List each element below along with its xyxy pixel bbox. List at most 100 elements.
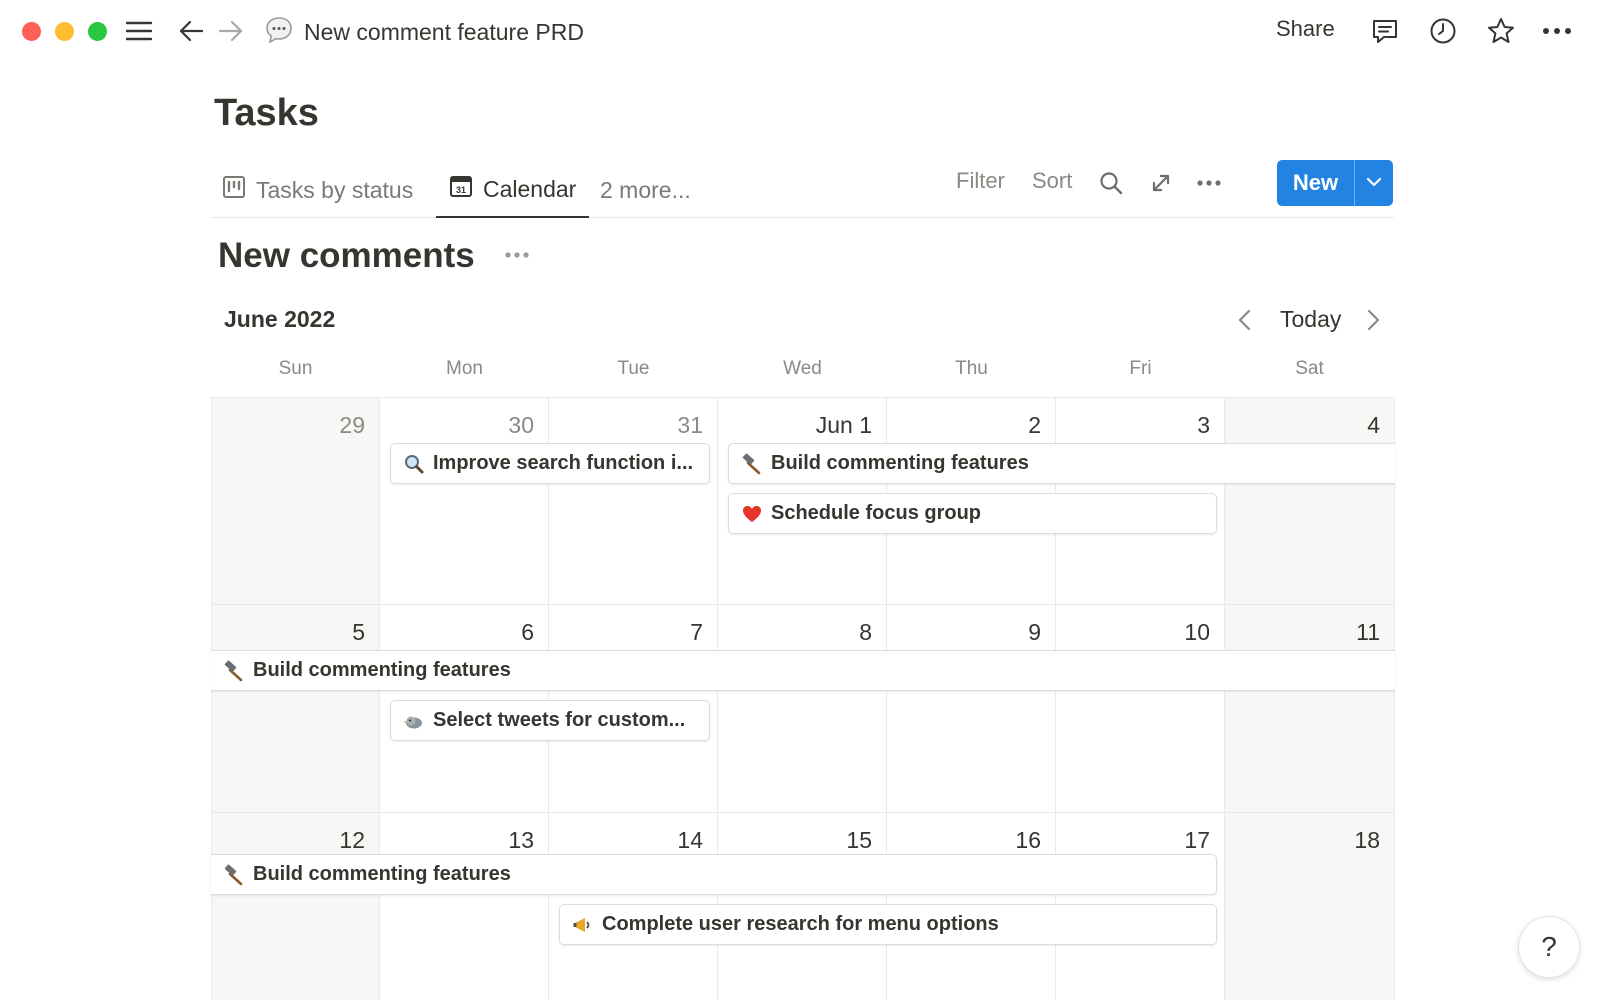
- new-button[interactable]: New: [1277, 160, 1354, 206]
- window-titlebar: New comment feature PRD Share: [0, 0, 1600, 64]
- weekday-fri: Fri: [1129, 358, 1152, 379]
- forward-arrow-icon[interactable]: [214, 14, 248, 48]
- calendar-day-cell[interactable]: 10: [1056, 605, 1225, 813]
- day-number: 10: [1184, 619, 1210, 645]
- bird-icon: [403, 710, 425, 732]
- event-card[interactable]: Select tweets for custom...: [390, 700, 710, 741]
- heart-icon: [741, 503, 763, 525]
- calendar-day-cell[interactable]: 11: [1225, 605, 1395, 813]
- day-number: 31: [677, 412, 703, 438]
- hammer-icon: [741, 453, 763, 475]
- previous-month-chevron-icon[interactable]: [1236, 300, 1254, 340]
- event-card[interactable]: Build commenting features: [211, 854, 1217, 895]
- tab-calendar[interactable]: 31 Calendar: [436, 162, 590, 218]
- calendar-day-cell[interactable]: 4: [1225, 398, 1395, 605]
- hammer-icon: [223, 660, 245, 682]
- calendar-day-cell[interactable]: 30: [380, 398, 549, 605]
- tab-more-views[interactable]: 2 more...: [600, 162, 691, 218]
- calendar-day-cell[interactable]: 8: [718, 605, 887, 813]
- view-title: New comments: [218, 236, 475, 275]
- expand-icon[interactable]: [1144, 166, 1178, 200]
- weekday-sat: Sat: [1295, 358, 1324, 379]
- month-label: June 2022: [224, 306, 336, 332]
- magnifying-glass-icon: [403, 453, 425, 475]
- event-card[interactable]: Improve search function i...: [390, 443, 710, 484]
- speech-bubble-icon: [264, 15, 294, 50]
- calendar-day-cell[interactable]: 12: [211, 813, 380, 1000]
- new-dropdown-button[interactable]: [1354, 160, 1393, 206]
- calendar-icon: 31: [449, 174, 473, 204]
- event-label: Improve search function i...: [433, 452, 694, 474]
- weekday-sun: Sun: [278, 358, 313, 379]
- day-number: 30: [508, 412, 534, 438]
- view-title-options-icon[interactable]: [504, 246, 530, 264]
- breadcrumb[interactable]: New comment feature PRD: [264, 14, 584, 50]
- view-options-icon[interactable]: [1192, 166, 1226, 200]
- share-button[interactable]: Share: [1276, 16, 1335, 42]
- today-button[interactable]: Today: [1280, 306, 1341, 333]
- chevron-down-icon: [1366, 174, 1382, 192]
- tab-tasks-by-status[interactable]: Tasks by status: [222, 162, 413, 218]
- sort-button[interactable]: Sort: [1032, 168, 1072, 194]
- history-clock-icon[interactable]: [1426, 14, 1460, 48]
- day-number: 5: [352, 619, 365, 645]
- event-card[interactable]: Complete user research for menu options: [559, 904, 1217, 945]
- event-label: Select tweets for custom...: [433, 709, 686, 731]
- megaphone-icon: [572, 914, 594, 936]
- event-label: Complete user research for menu options: [602, 913, 999, 935]
- day-number: 9: [1028, 619, 1041, 645]
- day-number: 29: [339, 412, 365, 438]
- day-number: 4: [1367, 412, 1380, 438]
- tab-label: Calendar: [483, 175, 577, 202]
- day-number: 7: [690, 619, 703, 645]
- page-title: Tasks: [214, 92, 319, 134]
- calendar-day-cell[interactable]: 29: [211, 398, 380, 605]
- view-tabs-bar: Tasks by status 31 Calendar 2 more... Fi…: [210, 158, 1394, 218]
- weekday-tue: Tue: [617, 358, 650, 379]
- breadcrumb-title: New comment feature PRD: [304, 18, 584, 45]
- calendar-day-cell[interactable]: 31: [549, 398, 718, 605]
- day-number: 14: [677, 827, 703, 853]
- calendar-day-cell[interactable]: 9: [887, 605, 1056, 813]
- search-icon[interactable]: [1094, 166, 1128, 200]
- new-button-group: New: [1277, 160, 1393, 206]
- day-number: 8: [859, 619, 872, 645]
- board-icon: [222, 175, 246, 205]
- next-month-chevron-icon[interactable]: [1364, 300, 1382, 340]
- calendar-day-cell[interactable]: 18: [1225, 813, 1395, 1000]
- event-card[interactable]: Build commenting features: [211, 650, 1395, 691]
- day-number: 18: [1354, 827, 1380, 853]
- window-minimize-button[interactable]: [55, 22, 74, 41]
- day-number: 11: [1356, 619, 1380, 645]
- event-label: Build commenting features: [253, 659, 511, 681]
- day-number: 2: [1028, 412, 1041, 438]
- day-number: 3: [1197, 412, 1210, 438]
- tab-label: Tasks by status: [256, 176, 414, 203]
- calendar-grid: 29 30 31 Jun 1 2 3 4 5 6 7 8 9 10 11 12 …: [211, 397, 1395, 1000]
- event-card[interactable]: Build commenting features: [728, 443, 1395, 484]
- comments-icon[interactable]: [1368, 14, 1402, 48]
- event-label: Build commenting features: [253, 863, 511, 885]
- sidebar-menu-icon[interactable]: [122, 14, 156, 48]
- event-label: Build commenting features: [771, 452, 1029, 474]
- calendar-day-cell[interactable]: 5: [211, 605, 380, 813]
- day-number: 13: [508, 827, 534, 853]
- event-label: Schedule focus group: [771, 502, 982, 524]
- more-options-icon[interactable]: [1540, 14, 1574, 48]
- back-arrow-icon[interactable]: [174, 14, 208, 48]
- window-zoom-button[interactable]: [88, 22, 107, 41]
- day-number: Jun 1: [815, 412, 872, 438]
- day-number: 16: [1015, 827, 1041, 853]
- favorite-star-icon[interactable]: [1484, 14, 1518, 48]
- day-number: 12: [339, 827, 365, 853]
- help-button[interactable]: ?: [1518, 916, 1580, 978]
- weekday-thu: Thu: [955, 358, 988, 379]
- filter-button[interactable]: Filter: [956, 168, 1005, 194]
- hammer-icon: [223, 864, 245, 886]
- day-number: 15: [846, 827, 872, 853]
- weekday-wed: Wed: [783, 358, 822, 379]
- event-card[interactable]: Schedule focus group: [728, 493, 1217, 534]
- weekday-mon: Mon: [446, 358, 483, 379]
- calendar-day-cell[interactable]: 13: [380, 813, 549, 1000]
- window-close-button[interactable]: [22, 22, 41, 41]
